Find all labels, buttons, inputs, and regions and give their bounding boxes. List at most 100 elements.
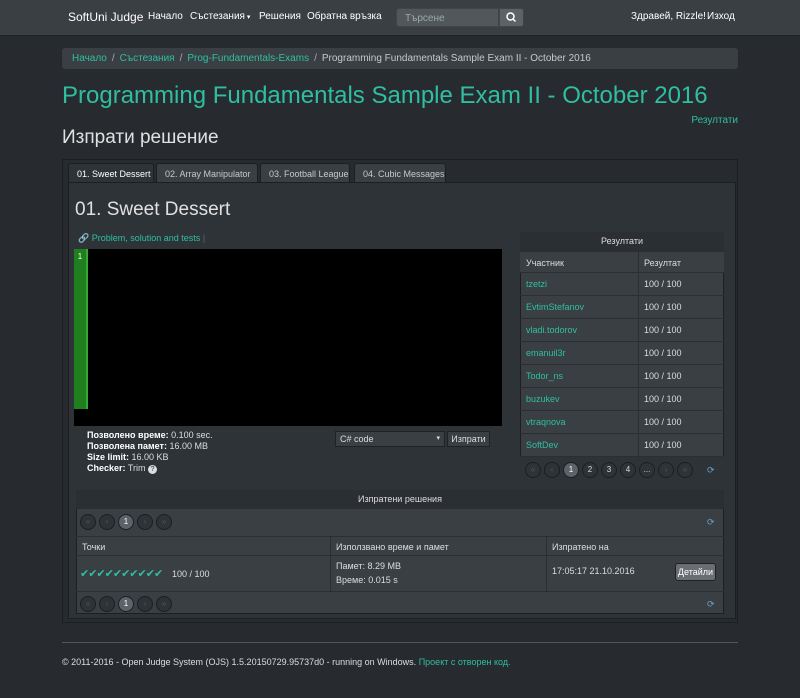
result-row: vladi.todorov 100 / 100: [520, 318, 724, 341]
nav-feedback[interactable]: Обратна връзка: [307, 11, 382, 22]
tab-array-manipulator[interactable]: 02. Array Manipulator: [156, 163, 258, 183]
result-row: SoftDev 100 / 100: [520, 433, 724, 456]
result-score: 100 / 100: [644, 348, 682, 358]
col-points: Точки: [82, 542, 106, 552]
nav-submissions[interactable]: Решения: [259, 11, 301, 22]
pager-next[interactable]: ›: [137, 596, 153, 612]
pager-last[interactable]: »: [677, 462, 693, 478]
line-number-gutter: 1: [74, 249, 86, 409]
test-checkmarks-icon: ✔✔✔✔✔✔✔✔✔✔: [80, 568, 163, 580]
result-score: 100 / 100: [644, 325, 682, 335]
submit-solution-heading: Изпрати решение: [62, 127, 219, 148]
tab-cubic-messages[interactable]: 04. Cubic Messages: [354, 163, 446, 183]
result-user[interactable]: SoftDev: [526, 440, 558, 450]
results-title: Резултати: [520, 232, 724, 251]
result-user[interactable]: buzukev: [526, 394, 560, 404]
pager-page-1[interactable]: 1: [118, 514, 134, 530]
breadcrumb-category[interactable]: Prog-Fundamentals-Exams: [187, 53, 309, 64]
pager-first[interactable]: «: [80, 596, 96, 612]
result-score: 100 / 100: [644, 440, 682, 450]
checker-value: Trim: [127, 463, 146, 473]
result-score: 100 / 100: [644, 279, 682, 289]
help-icon[interactable]: ?: [148, 465, 158, 474]
pager-prev[interactable]: ‹: [99, 596, 115, 612]
open-source-link[interactable]: Проект с отворен код.: [419, 657, 511, 667]
pager-last[interactable]: »: [156, 596, 172, 612]
pager-page-1[interactable]: 1: [118, 596, 134, 612]
language-select-value: C# code: [340, 434, 374, 444]
footer-text: © 2011-2016 - Open Judge System (OJS) 1.…: [62, 657, 417, 667]
search-icon: [506, 12, 517, 23]
pager-prev[interactable]: ‹: [544, 462, 560, 478]
pager-page-4[interactable]: 4: [620, 462, 636, 478]
breadcrumb: Начало / Състезания / Prog-Fundamentals-Exam…: [62, 48, 738, 69]
result-row: Todor_ns 100 / 100: [520, 364, 724, 387]
result-user[interactable]: emanuil3r: [526, 348, 566, 358]
result-score: 100 / 100: [644, 394, 682, 404]
pager-page-2[interactable]: 2: [582, 462, 598, 478]
nav-contests-label: Състезания: [190, 11, 245, 22]
user-greeting[interactable]: Здравей, Rizzle!: [631, 11, 706, 22]
result-score: 100 / 100: [644, 417, 682, 427]
submission-time: Време: 0.015 s: [336, 575, 398, 585]
nav-home[interactable]: Начало: [148, 11, 183, 22]
result-user[interactable]: tzetzi: [526, 279, 547, 289]
breadcrumb-home[interactable]: Начало: [72, 53, 107, 64]
refresh-icon[interactable]: ⟳: [707, 517, 715, 528]
size-limit-value: 16.00 KB: [131, 452, 169, 462]
breadcrumb-contests[interactable]: Състезания: [120, 53, 175, 64]
tab-football-league[interactable]: 03. Football League: [260, 163, 350, 183]
pager-page-3[interactable]: 3: [601, 462, 617, 478]
col-sent-at: Изпратено на: [552, 542, 609, 552]
brand-logo[interactable]: SoftUni Judge: [68, 10, 143, 24]
limits-info: Позволено време: 0.100 sec. Позволена па…: [87, 430, 213, 474]
result-user[interactable]: Todor_ns: [526, 371, 563, 381]
tab-sweet-dessert[interactable]: 01. Sweet Dessert: [68, 163, 154, 183]
time-limit-label: Позволено време:: [87, 430, 169, 440]
language-select[interactable]: C# code ▾: [335, 431, 445, 447]
pager-first[interactable]: «: [80, 514, 96, 530]
results-link[interactable]: Резултати: [691, 115, 738, 126]
result-row: vtraqnova 100 / 100: [520, 410, 724, 433]
col-participant: Участник: [526, 258, 564, 268]
refresh-icon[interactable]: ⟳: [707, 599, 715, 610]
result-row: buzukev 100 / 100: [520, 387, 724, 410]
result-user[interactable]: vtraqnova: [526, 417, 566, 427]
problem-resources-link[interactable]: 🔗 Problem, solution and tests |: [78, 233, 205, 244]
editor-gutter-border: [86, 249, 88, 409]
footer-divider: [62, 642, 738, 643]
footer: © 2011-2016 - Open Judge System (OJS) 1.…: [62, 657, 511, 667]
result-score: 100 / 100: [644, 371, 682, 381]
result-row: EvtimStefanov 100 / 100: [520, 295, 724, 318]
pager-next[interactable]: ›: [658, 462, 674, 478]
submission-score: 100 / 100: [172, 569, 210, 579]
pager-first[interactable]: «: [525, 462, 541, 478]
details-button[interactable]: Детайли: [675, 563, 716, 581]
pager-next[interactable]: ›: [137, 514, 153, 530]
pager-ellipsis[interactable]: ...: [639, 462, 655, 478]
col-time-memory: Използвано време и памет: [336, 542, 449, 552]
pager-page-1[interactable]: 1: [563, 462, 579, 478]
logout-link[interactable]: Изход: [707, 11, 735, 22]
refresh-icon[interactable]: ⟳: [707, 465, 715, 476]
nav-contests[interactable]: Състезания ▾: [190, 11, 250, 22]
results-header-row: Участник Резултат: [520, 251, 724, 272]
problem-title: 01. Sweet Dessert: [75, 199, 231, 220]
caret-down-icon: ▾: [244, 14, 251, 21]
result-row: tzetzi 100 / 100: [520, 272, 724, 295]
search-input[interactable]: Търсене: [396, 8, 499, 27]
pager-prev[interactable]: ‹: [99, 514, 115, 530]
link-icon: 🔗: [78, 233, 90, 243]
submissions-title: Изпратени решения: [76, 490, 724, 509]
page-title: Programming Fundamentals Sample Exam II …: [62, 82, 708, 109]
result-user[interactable]: vladi.todorov: [526, 325, 577, 335]
code-editor[interactable]: 1: [74, 249, 502, 426]
result-score: 100 / 100: [644, 302, 682, 312]
result-user[interactable]: EvtimStefanov: [526, 302, 584, 312]
time-limit-value: 0.100 sec.: [171, 430, 213, 440]
submission-sent-at: 17:05:17 21.10.2016: [552, 566, 635, 576]
pager-last[interactable]: »: [156, 514, 172, 530]
search-button[interactable]: [499, 8, 524, 27]
submit-button[interactable]: Изпрати: [447, 431, 490, 447]
submission-memory: Памет: 8.29 MB: [336, 561, 402, 571]
